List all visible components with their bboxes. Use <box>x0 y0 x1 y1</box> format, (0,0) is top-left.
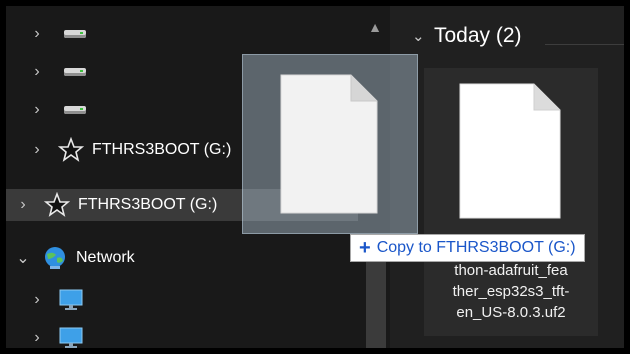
file-name: thon-adafruit_fea ther_esp32s3_tft- en_U… <box>426 260 596 323</box>
file-list-pane: ⌄ Today (2) thon-adafruit_fea ther_esp32… <box>390 6 624 348</box>
file-name-line: thon-adafruit_fea <box>454 262 568 279</box>
drive-icon <box>64 106 86 114</box>
drag-preview <box>242 54 418 234</box>
network-globe-icon <box>45 247 65 269</box>
document-icon <box>280 74 378 214</box>
nav-item-label: FTHRS3BOOT (G:) <box>78 196 218 213</box>
chevron-down-icon[interactable]: ⌄ <box>16 248 30 268</box>
star-drive-icon <box>44 192 70 217</box>
file-name-line: en_US-8.0.3.uf2 <box>456 304 566 321</box>
plus-icon: + <box>359 237 371 259</box>
chevron-right-icon[interactable]: › <box>16 196 30 214</box>
nav-item-network[interactable]: ⌄ Network <box>6 242 366 274</box>
star-drive-icon <box>58 137 84 162</box>
file-explorer-window: ▲ › › › › FTHRS3BOOT (G:) › FTHRS3BOOT (… <box>6 6 624 348</box>
chevron-down-icon[interactable]: ⌄ <box>412 27 430 45</box>
chevron-right-icon[interactable]: › <box>30 25 44 43</box>
nav-item-drive[interactable]: › <box>6 18 366 50</box>
monitor-icon <box>59 289 83 310</box>
monitor-icon <box>59 327 83 348</box>
group-header-today[interactable]: ⌄ Today (2) <box>412 24 522 48</box>
scroll-up-arrow-icon[interactable]: ▲ <box>366 18 384 36</box>
file-name-line: ther_esp32s3_tft- <box>452 283 570 300</box>
chevron-right-icon[interactable]: › <box>30 101 44 119</box>
drive-icon <box>64 30 86 38</box>
group-header-divider <box>545 44 624 45</box>
group-header-title: Today (2) <box>434 24 522 47</box>
nav-item-label: Network <box>76 249 135 266</box>
chevron-right-icon[interactable]: › <box>30 329 44 347</box>
chevron-right-icon[interactable]: › <box>30 291 44 309</box>
nav-item-computer[interactable]: › <box>6 322 361 348</box>
copy-drop-tooltip: + Copy to FTHRS3BOOT (G:) <box>350 234 585 262</box>
chevron-right-icon[interactable]: › <box>30 141 44 159</box>
drive-icon <box>64 68 86 76</box>
nav-item-computer[interactable]: › <box>6 284 361 316</box>
chevron-right-icon[interactable]: › <box>30 63 44 81</box>
nav-item-label: FTHRS3BOOT (G:) <box>92 141 232 158</box>
document-icon <box>459 83 561 219</box>
copy-drop-tooltip-text: Copy to FTHRS3BOOT (G:) <box>376 239 576 256</box>
